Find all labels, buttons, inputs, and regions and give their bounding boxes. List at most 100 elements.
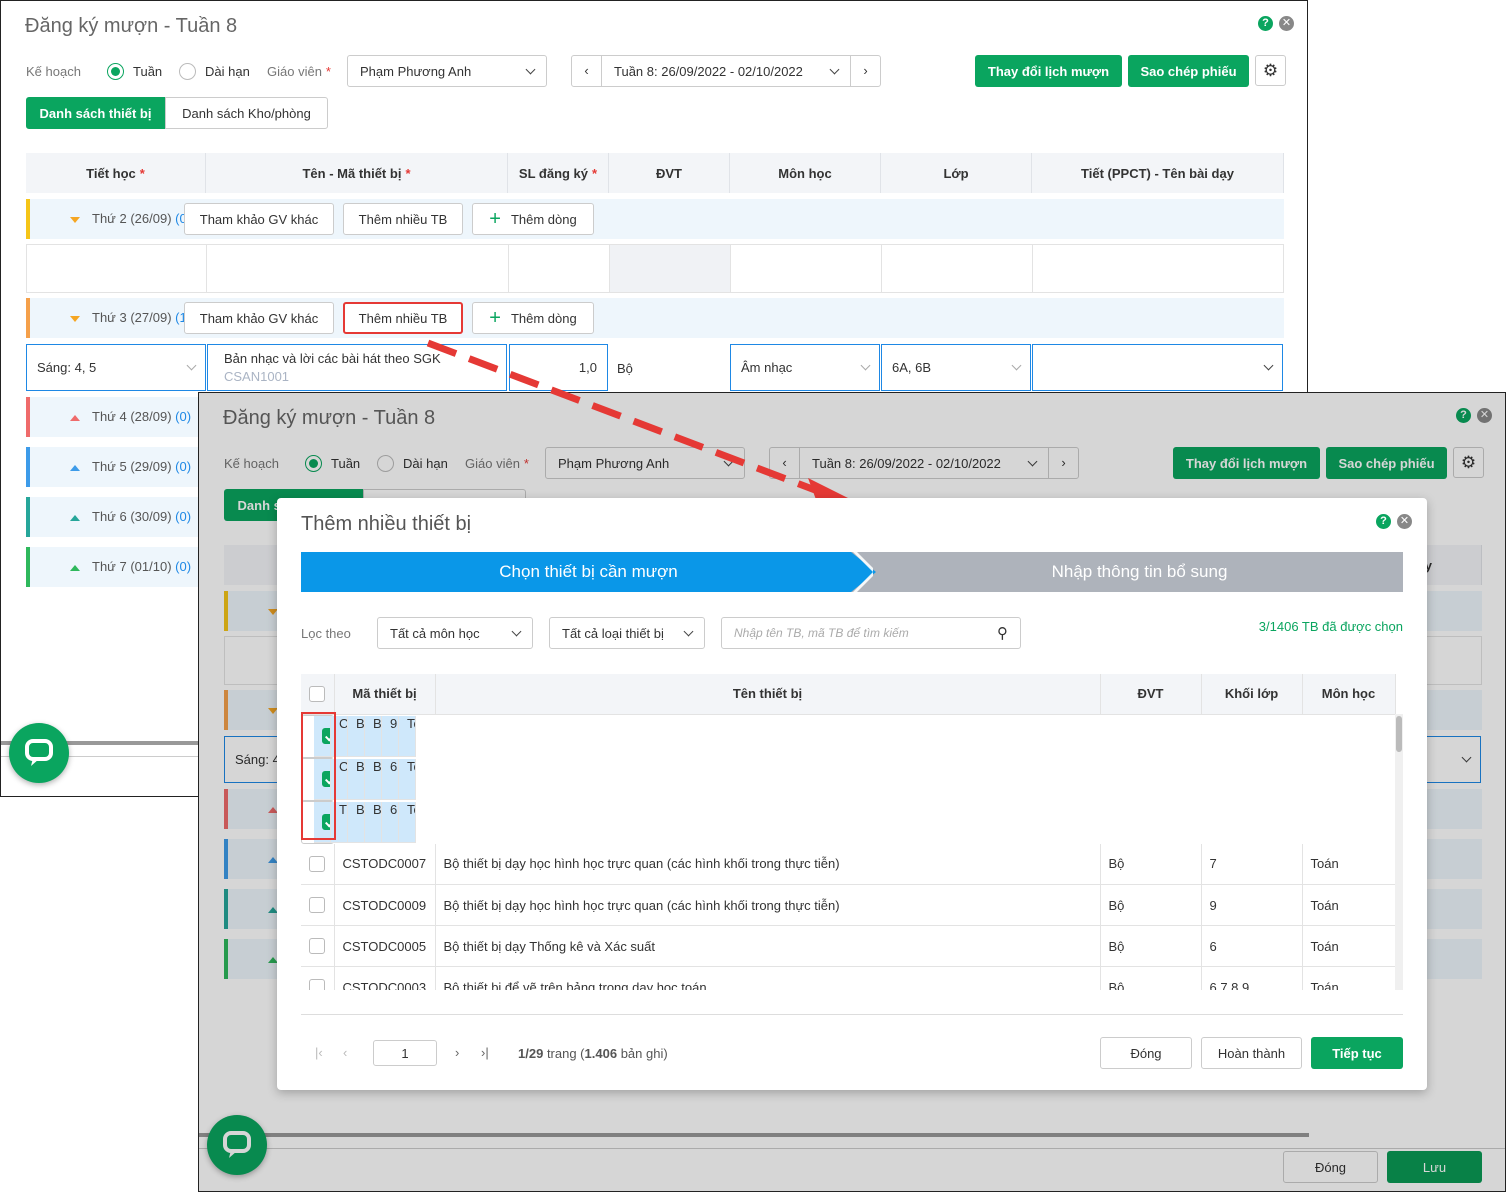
continue-button[interactable]: Tiếp tục xyxy=(1311,1037,1403,1069)
device-name: Bộ thiết bị dạy hình học trực quan xyxy=(348,801,365,843)
device-subject: Toán xyxy=(1302,925,1396,967)
device-subject: Toán xyxy=(399,758,416,800)
day-row-tue: Thứ 3 (27/09) (1) Tham khảo GV khác Thêm… xyxy=(26,298,1284,338)
device-unit: Bộ xyxy=(365,758,382,800)
day-toggle[interactable]: Thứ 2 (26/09) (0) xyxy=(70,211,191,226)
chat-button[interactable] xyxy=(9,723,69,783)
col-subject: Môn học xyxy=(1302,674,1396,715)
device-subject: Toán xyxy=(1302,966,1396,990)
col-name: Tên thiết bị xyxy=(435,674,1101,715)
period-select[interactable]: Sáng: 4, 5 xyxy=(26,344,206,391)
settings-gear-icon[interactable]: ⚙ xyxy=(1255,55,1286,86)
copy-ticket-button[interactable]: Sao chép phiếu xyxy=(1128,55,1249,87)
reference-teacher-button[interactable]: Tham khảo GV khác xyxy=(184,302,334,334)
row-checkbox[interactable] xyxy=(301,843,335,885)
col-period: Tiết học* xyxy=(26,153,206,193)
add-row-button[interactable]: +Thêm dòng xyxy=(472,302,594,334)
week-select[interactable]: Tuần 8: 26/09/2022 - 02/10/2022 xyxy=(602,64,831,79)
tab-device-list[interactable]: Danh sách thiết bị xyxy=(26,97,165,129)
device-grade: 6 xyxy=(382,758,399,800)
col-class: Lớp xyxy=(881,153,1032,193)
add-many-devices-button[interactable]: Thêm nhiều TB xyxy=(343,203,463,235)
table-row[interactable]: CSTODC0003 Bộ thiết bị để vẽ trên bảng t… xyxy=(301,966,1396,990)
empty-cell xyxy=(1032,244,1284,293)
plan-label: Kế hoạch xyxy=(26,64,81,79)
col-device: Tên - Mã thiết bị* xyxy=(206,153,508,193)
select-all-checkbox[interactable] xyxy=(301,674,335,715)
radio-week[interactable] xyxy=(107,63,124,80)
device-unit: Bộ xyxy=(1100,966,1202,990)
finish-button[interactable]: Hoàn thành xyxy=(1201,1037,1302,1069)
add-many-devices-button[interactable]: Thêm nhiều TB xyxy=(343,302,463,334)
subject-filter-select[interactable]: Tất cả môn học xyxy=(377,617,533,649)
row-checkbox[interactable] xyxy=(301,925,335,967)
radio-week-label: Tuần xyxy=(133,64,163,79)
table-row[interactable]: CSTODC0005 Bộ thiết bị dạy Thống kê và X… xyxy=(301,925,1396,967)
tab-room-list[interactable]: Danh sách Kho/phòng xyxy=(165,97,328,129)
help-icon[interactable]: ? xyxy=(1258,16,1273,31)
prev-page-icon[interactable]: ‹ xyxy=(343,1045,347,1060)
add-row-button[interactable]: +Thêm dòng xyxy=(472,203,594,235)
step-additional-info[interactable]: Nhập thông tin bổ sung xyxy=(876,552,1403,592)
close-icon[interactable]: ✕ xyxy=(1397,514,1412,529)
lesson-select[interactable] xyxy=(1032,344,1283,391)
device-select[interactable]: Bản nhạc và lời các bài hát theo SGKCSAN… xyxy=(207,344,507,391)
next-page-icon[interactable]: › xyxy=(455,1045,459,1060)
prev-week-button[interactable]: ‹ xyxy=(572,56,602,86)
device-unit: Bộ xyxy=(365,715,382,757)
help-icon[interactable]: ? xyxy=(1376,514,1391,529)
week-navigator: ‹ Tuần 8: 26/09/2022 - 02/10/2022 › xyxy=(571,55,881,87)
radio-long-term[interactable] xyxy=(179,63,196,80)
device-type-filter-select[interactable]: Tất cả loại thiết bị xyxy=(549,617,705,649)
device-code: CSTODC0005 xyxy=(334,925,436,967)
unit-value: Bộ xyxy=(617,361,633,376)
vertical-scrollbar[interactable] xyxy=(1395,714,1403,990)
device-grade: 7 xyxy=(1201,843,1303,885)
step-select-devices[interactable]: Chọn thiết bị cần mượn xyxy=(301,552,876,592)
teacher-label: Giáo viên * xyxy=(267,64,331,79)
stepper: Chọn thiết bị cần mượn Nhập thông tin bổ… xyxy=(301,552,1403,592)
page-title: Đăng ký mượn - Tuần 8 xyxy=(25,15,238,37)
selection-highlight xyxy=(301,712,336,840)
device-grade: 9 xyxy=(1201,884,1303,926)
device-code: CSTODC0003 xyxy=(334,966,436,990)
page-input[interactable]: 1 xyxy=(373,1040,437,1066)
chevron-down-icon xyxy=(186,360,197,371)
plus-icon: + xyxy=(489,207,501,230)
radio-long-term-label: Dài hạn xyxy=(205,64,250,79)
row-checkbox[interactable] xyxy=(301,884,335,926)
device-name: Bộ dạy về thể tích hình nón, hình cầu, h… xyxy=(348,715,365,757)
next-week-button[interactable]: › xyxy=(850,56,880,86)
device-subject: Toán xyxy=(1302,884,1396,926)
device-unit: Bộ xyxy=(365,801,382,843)
subject-select[interactable]: Âm nhạc xyxy=(730,344,880,391)
reference-teacher-button[interactable]: Tham khảo GV khác xyxy=(184,203,334,235)
empty-cell xyxy=(609,244,731,293)
last-page-icon[interactable]: ›| xyxy=(481,1045,489,1060)
col-subject: Môn học xyxy=(730,153,881,193)
table-row[interactable]: CSTODC0009 Bộ thiết bị dạy học hình học … xyxy=(301,884,1396,926)
device-subject: Toán xyxy=(1302,843,1396,885)
row-checkbox[interactable] xyxy=(301,966,335,990)
table-row[interactable]: CSTODC0007 Bộ thiết bị dạy học hình học … xyxy=(301,843,1396,885)
add-many-devices-dialog: Thêm nhiều thiết bị ? ✕ Chọn thiết bị cầ… xyxy=(277,498,1427,1090)
teacher-select[interactable]: Phạm Phương Anh xyxy=(347,55,547,87)
class-select[interactable]: 6A, 6B xyxy=(881,344,1031,391)
chevron-down-icon xyxy=(525,64,536,74)
day-toggle[interactable]: Thứ 3 (27/09) (1) xyxy=(70,310,191,325)
dialog-title: Thêm nhiều thiết bị xyxy=(301,513,472,535)
device-grade: 6,7,8,9 xyxy=(1201,966,1303,990)
page-info: 1/29 trang (1.406 bản ghi) xyxy=(518,1046,668,1061)
close-icon[interactable]: ✕ xyxy=(1279,16,1294,31)
search-input[interactable]: Nhập tên TB, mã TB để tìm kiếm ⚲ xyxy=(721,617,1021,649)
device-name: Bộ thiết bị dạy học hình học trực quan (… xyxy=(435,843,1101,885)
change-schedule-button[interactable]: Thay đổi lịch mượn xyxy=(975,55,1122,87)
device-name: Bộ thiết bị dạy hình học phẳng xyxy=(348,758,365,800)
device-code: CSTODC0007 xyxy=(334,843,436,885)
col-unit: ĐVT xyxy=(609,153,730,193)
device-subject: Toán xyxy=(399,801,416,843)
dialog-close-button[interactable]: Đóng xyxy=(1100,1037,1192,1069)
device-unit: Bộ xyxy=(1100,925,1202,967)
first-page-icon[interactable]: |‹ xyxy=(315,1045,323,1060)
qty-input[interactable]: 1,0 xyxy=(509,344,608,391)
